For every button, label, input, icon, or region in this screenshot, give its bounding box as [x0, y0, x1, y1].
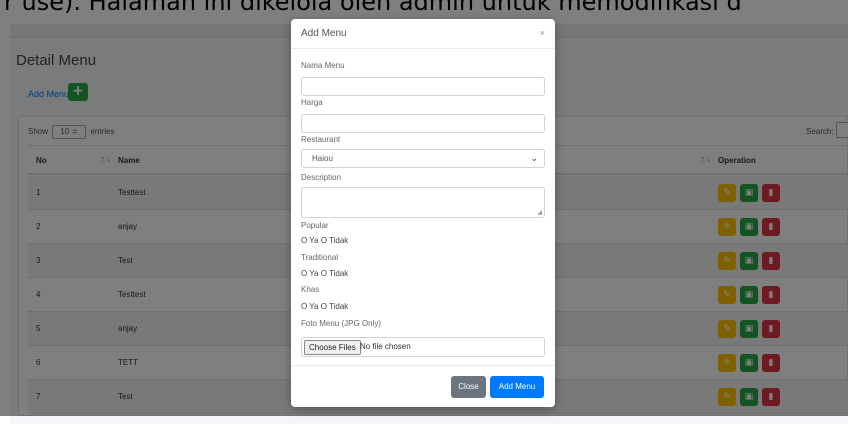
add-menu-modal: Add Menu × Nama Menu Harga Restaurant Ha…	[291, 19, 555, 407]
modal-footer: Close Add Menu	[291, 365, 555, 407]
add-menu-button[interactable]: Add Menu	[490, 376, 544, 398]
close-button[interactable]: Close	[451, 376, 486, 398]
file-status: No file chosen	[360, 342, 411, 351]
chevron-down-icon: ⌄	[530, 153, 538, 163]
harga-label: Harga	[301, 98, 323, 107]
traditional-radio-group[interactable]: O Ya O Tidak	[301, 269, 348, 278]
description-textarea[interactable]: ◢	[301, 187, 545, 218]
modal-header: Add Menu ×	[291, 19, 555, 49]
resize-grip-icon[interactable]: ◢	[537, 209, 542, 216]
traditional-label: Traditional	[301, 253, 339, 262]
restaurant-select[interactable]: Haiou ⌄	[301, 149, 545, 168]
choose-files-button[interactable]: Choose Files	[304, 340, 361, 355]
khas-label: Khas	[301, 285, 320, 294]
khas-radio-group[interactable]: O Ya O Tidak	[301, 302, 348, 311]
popular-radio-group[interactable]: O Ya O Tidak	[301, 236, 348, 245]
popular-label: Popular	[301, 221, 329, 230]
harga-input[interactable]	[301, 114, 545, 133]
restaurant-selected: Haiou	[312, 154, 333, 163]
nama-menu-label: Nama Menu	[301, 61, 345, 70]
close-icon[interactable]: ×	[540, 28, 545, 38]
foto-menu-file-input[interactable]: Choose Files No file chosen	[301, 337, 545, 357]
restaurant-label: Restaurant	[301, 135, 341, 144]
description-label: Description	[301, 173, 342, 182]
nama-menu-input[interactable]	[301, 77, 545, 96]
foto-menu-label: Foto Menu (JPG Only)	[301, 319, 382, 328]
modal-title: Add Menu	[301, 28, 347, 39]
